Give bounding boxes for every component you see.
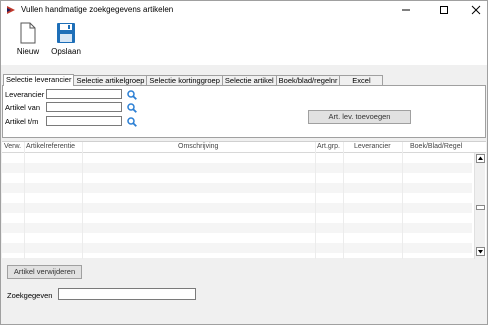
tab-panel-leverancier: Leverancier Artikel van Artikel t/m Art.… — [2, 85, 486, 138]
column-header-boek-blad-regel[interactable]: Boek/Blad/Regel — [410, 143, 462, 150]
leverancier-input[interactable] — [46, 89, 122, 99]
main-window: Vullen handmatige zoekgegevens artikelen… — [0, 0, 488, 325]
grid-column-divider — [82, 142, 83, 259]
grid-header: Verw. Artikelreferentie Omschrijving Art… — [2, 142, 486, 153]
column-header-artgrp[interactable]: Art.grp. — [317, 143, 340, 150]
grid-column-divider — [343, 142, 344, 259]
close-icon — [471, 5, 481, 15]
tab-excel-label: Excel — [352, 76, 371, 85]
tab-selectie-leverancier[interactable]: Selectie leverancier — [3, 74, 75, 86]
grid-column-divider — [402, 142, 403, 259]
grid-vertical-scrollbar[interactable] — [474, 153, 485, 259]
remove-article-button[interactable]: Artikel verwijderen — [7, 265, 82, 279]
window-title: Vullen handmatige zoekgegevens artikelen — [21, 5, 174, 14]
app-icon — [7, 6, 15, 14]
column-header-verw[interactable]: Verw. — [4, 143, 21, 150]
grid-column-divider — [315, 142, 316, 259]
add-article-supplier-button[interactable]: Art. lev. toevoegen — [308, 110, 411, 124]
column-header-artikelreferentie[interactable]: Artikelreferentie — [26, 143, 75, 150]
leverancier-label: Leverancier — [5, 90, 45, 99]
maximize-button[interactable] — [427, 1, 461, 19]
arrow-up-icon — [478, 156, 483, 160]
artikel-van-label: Artikel van — [5, 103, 41, 112]
close-button[interactable] — [459, 1, 488, 19]
maximize-icon — [440, 6, 448, 14]
zoekgegeven-input[interactable] — [58, 288, 196, 300]
toolbar: Nieuw Opslaan — [1, 19, 487, 65]
floppy-disk-icon — [57, 23, 75, 43]
leverancier-search-icon[interactable] — [127, 90, 137, 100]
save-button-label: Opslaan — [51, 47, 81, 56]
artikel-van-search-icon[interactable] — [127, 103, 137, 113]
column-header-omschrijving[interactable]: Omschrijving — [178, 143, 218, 150]
new-button-label: Nieuw — [16, 47, 40, 56]
save-button[interactable]: Opslaan — [46, 22, 86, 62]
minimize-icon — [402, 9, 410, 11]
column-header-leverancier[interactable]: Leverancier — [354, 143, 391, 150]
arrow-down-icon — [478, 250, 483, 254]
scroll-thumb[interactable] — [476, 205, 485, 210]
scroll-down-button[interactable] — [476, 247, 485, 256]
title-bar: Vullen handmatige zoekgegevens artikelen — [1, 1, 487, 19]
grid-column-divider — [24, 142, 25, 259]
new-document-icon — [20, 22, 36, 44]
artikel-van-input[interactable] — [46, 102, 122, 112]
article-grid[interactable]: Verw. Artikelreferentie Omschrijving Art… — [2, 141, 486, 259]
new-button[interactable]: Nieuw — [8, 22, 48, 62]
artikel-tm-label: Artikel t/m — [5, 117, 39, 126]
minimize-button[interactable] — [389, 1, 423, 19]
scroll-up-button[interactable] — [476, 154, 485, 163]
zoekgegeven-label: Zoekgegeven — [7, 291, 53, 300]
artikel-tm-input[interactable] — [46, 116, 122, 126]
artikel-tm-search-icon[interactable] — [127, 117, 137, 127]
